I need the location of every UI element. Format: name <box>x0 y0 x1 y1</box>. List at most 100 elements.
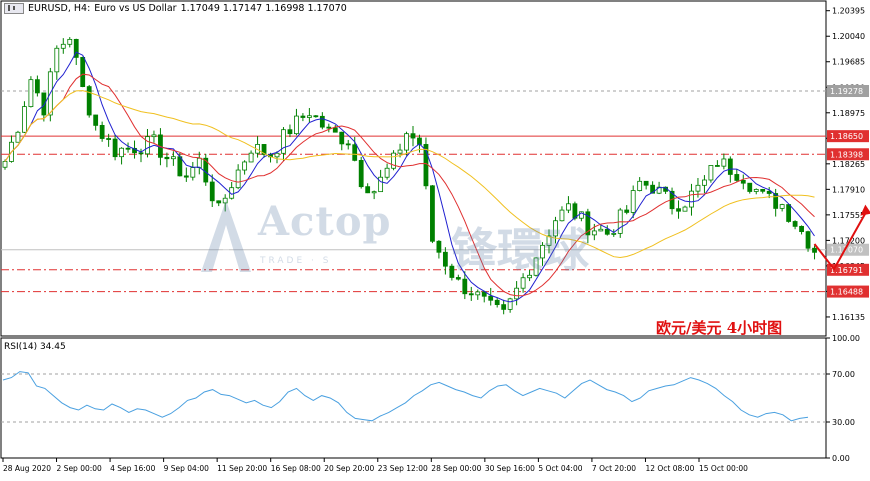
header-ohlc: 1.17049 1.17147 1.16998 1.17070 <box>180 3 347 14</box>
main-pane-frame <box>0 0 827 337</box>
candle-body <box>740 180 746 184</box>
time-tick-label: 12 Oct 08:00 <box>645 464 694 473</box>
header-description: Euro vs US Dollar <box>94 3 177 14</box>
time-tick-label: 5 Oct 04:00 <box>538 464 582 473</box>
price-tick-label: 1.17910 <box>832 185 865 194</box>
candle-body <box>28 79 34 108</box>
candle-body <box>566 203 571 211</box>
candle-body <box>183 175 189 178</box>
ma-slow-line <box>4 90 815 259</box>
candle-body <box>721 158 727 167</box>
chart-header: EURUSD, H4: Euro vs US Dollar 1.17049 1.… <box>4 3 347 14</box>
rsi-tick-label: 100.00 <box>832 334 860 343</box>
candle-body <box>643 180 649 186</box>
candle-body <box>689 190 694 208</box>
candle-body <box>371 191 377 194</box>
candle-body <box>540 244 545 259</box>
time-tick-label: 11 Sep 20:00 <box>217 464 267 473</box>
candle-body <box>553 220 558 237</box>
candle-body <box>455 277 461 280</box>
candle-body <box>365 186 371 194</box>
candle-body <box>462 278 468 295</box>
candle-body <box>274 152 280 158</box>
candle-body <box>384 167 390 178</box>
header-symbol: EURUSD, H4: <box>28 3 91 14</box>
candle-body <box>805 231 811 249</box>
candle-body <box>494 299 500 306</box>
rsi-line <box>2 371 809 422</box>
candle-body <box>170 156 176 160</box>
candle-body <box>598 228 604 232</box>
time-tick-label: 20 Sep 20:00 <box>324 464 374 473</box>
candle-body <box>54 47 60 73</box>
candle-body <box>41 92 47 116</box>
candle-body <box>779 204 785 209</box>
candle-body <box>22 106 27 133</box>
candle-body <box>164 156 170 160</box>
candle-body <box>287 129 293 135</box>
rsi-pane-frame <box>0 337 827 459</box>
candle-body <box>734 174 740 181</box>
candle-body <box>378 176 384 193</box>
candle-body <box>766 190 772 194</box>
candle-body <box>99 124 105 139</box>
candle-body <box>112 138 118 158</box>
candle-body <box>190 167 196 178</box>
price-tick-label: 1.17555 <box>832 211 865 220</box>
candle-body <box>209 181 215 202</box>
candle-body <box>449 265 455 278</box>
candle-body <box>468 293 474 296</box>
candle-body <box>792 221 798 227</box>
candle-body <box>404 133 409 151</box>
candle-body <box>442 251 448 267</box>
time-tick-label: 28 Aug 2020 <box>3 464 51 473</box>
candle-body <box>339 131 345 145</box>
rsi-label: RSI(14) 34.45 <box>4 342 66 352</box>
candle-body <box>747 182 753 192</box>
candle-body <box>527 274 532 279</box>
chart-window-icon[interactable] <box>4 3 24 14</box>
candle-body <box>611 232 617 235</box>
candle-body <box>514 287 520 300</box>
candle-body <box>520 277 526 289</box>
level-price-label: 1.19278 <box>830 87 863 96</box>
candle-body <box>138 152 144 155</box>
candle-body <box>306 115 312 118</box>
candle-body <box>196 157 202 168</box>
candle-body <box>714 165 720 167</box>
chart-canvas[interactable]: 1.203951.200401.196851.193301.189751.186… <box>0 0 870 477</box>
price-tick-label: 1.20395 <box>832 7 865 16</box>
candle-body <box>695 184 701 192</box>
candle-body <box>591 230 597 236</box>
candle-body <box>812 247 817 253</box>
candle-body <box>430 185 435 242</box>
candle-body <box>488 295 494 301</box>
candle-body <box>604 228 610 235</box>
candle-body <box>799 225 804 233</box>
time-tick-label: 16 Sep 08:00 <box>271 464 321 473</box>
candle-body <box>67 38 73 45</box>
candle-body <box>125 147 131 150</box>
time-tick-label: 15 Oct 00:00 <box>699 464 748 473</box>
rsi-tick-label: 70.00 <box>832 370 855 379</box>
candle-body <box>436 240 442 253</box>
candle-body <box>216 200 222 204</box>
candle-body <box>86 86 92 116</box>
candle-body <box>397 149 403 154</box>
candle-body <box>727 158 733 175</box>
candle-body <box>15 131 21 143</box>
candle-body <box>624 209 630 213</box>
candle-body <box>326 126 332 129</box>
time-tick-label: 9 Sep 04:00 <box>164 464 210 473</box>
candle-body <box>222 197 228 204</box>
level-price-label: 1.18650 <box>830 132 863 141</box>
candle-body <box>345 143 351 146</box>
candle-body <box>753 188 759 192</box>
candle-body <box>34 79 40 94</box>
candle-body <box>682 206 688 212</box>
price-tick-label: 1.20040 <box>832 32 865 41</box>
candle-body <box>242 161 248 171</box>
candle-body <box>332 127 338 133</box>
ma-fast-line <box>4 51 815 303</box>
chart-root: 1.203951.200401.196851.193301.189751.186… <box>0 0 870 477</box>
